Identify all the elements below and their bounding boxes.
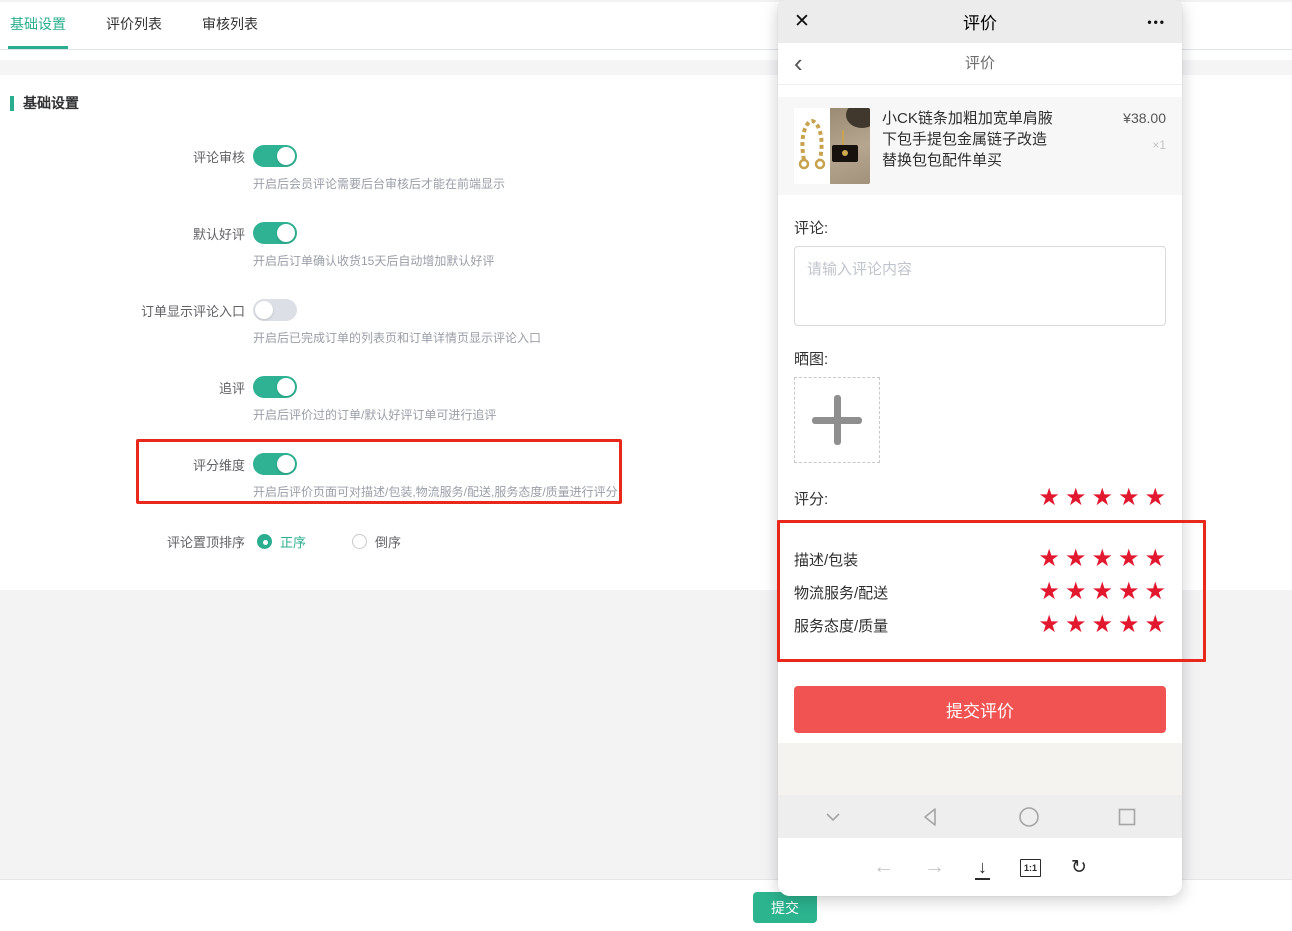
dimension-star-rating[interactable]: ★★★★★: [1033, 548, 1166, 570]
star-icon[interactable]: ★: [1144, 548, 1166, 570]
setting-label: 追评: [0, 378, 245, 397]
star-icon[interactable]: ★: [1038, 487, 1060, 509]
comment-audit-toggle[interactable]: [253, 145, 297, 167]
close-icon[interactable]: ✕: [794, 10, 834, 33]
sort-option-descending[interactable]: 倒序: [352, 532, 401, 551]
star-icon[interactable]: ★: [1118, 548, 1140, 570]
star-icon[interactable]: ★: [1091, 548, 1113, 570]
section-accent-bar: [10, 96, 14, 111]
star-icon[interactable]: ★: [1065, 548, 1087, 570]
wechat-titlebar: ✕ 评价 •••: [778, 0, 1182, 43]
star-icon[interactable]: ★: [1038, 581, 1060, 603]
photo-upload-button[interactable]: [794, 377, 880, 463]
dimension-star-rating[interactable]: ★★★★★: [1033, 614, 1166, 636]
comment-label: 评论:: [778, 217, 1182, 238]
setting-label: 评论审核: [0, 147, 245, 166]
dimension-row-service-quality: 服务态度/质量 ★★★★★: [794, 613, 1166, 637]
radio-label: 正序: [280, 532, 306, 551]
rating-label: 评分:: [794, 488, 828, 509]
model-photo: [830, 108, 870, 184]
overall-rating-row: 评分: ★★★★★: [794, 487, 1166, 509]
star-icon[interactable]: ★: [1065, 581, 1087, 603]
star-icon[interactable]: ★: [1118, 487, 1140, 509]
section-title: 基础设置: [23, 93, 79, 113]
star-icon[interactable]: ★: [1065, 487, 1087, 509]
product-title: 小CK链条加粗加宽单肩腋下包手提包金属链子改造替换包包配件单买: [882, 108, 1058, 184]
android-back-triangle-icon[interactable]: [918, 804, 944, 830]
star-icon[interactable]: ★: [1091, 581, 1113, 603]
chevron-down-icon[interactable]: [820, 804, 846, 830]
spacer: [778, 85, 1182, 97]
setting-label: 默认好评: [0, 224, 245, 243]
android-recents-square-icon[interactable]: [1114, 804, 1140, 830]
dimension-label: 服务态度/质量: [794, 615, 888, 636]
preview-toolbar: ← → ↓ 1:1 ↻: [778, 838, 1182, 896]
more-menu-icon[interactable]: •••: [1126, 15, 1166, 29]
setting-label: 评分维度: [0, 455, 245, 474]
submit-review-button[interactable]: 提交评价: [794, 686, 1166, 733]
setting-label: 订单显示评论入口: [0, 301, 245, 320]
dimension-label: 描述/包装: [794, 549, 858, 570]
dimension-row-logistics-delivery: 物流服务/配送 ★★★★★: [794, 580, 1166, 604]
radio-icon[interactable]: [352, 534, 367, 549]
dimension-label: 物流服务/配送: [794, 582, 888, 603]
rating-dimensions-toggle[interactable]: [253, 453, 297, 475]
setting-label: 评论置顶排序: [0, 532, 245, 551]
arrow-right-icon[interactable]: →: [924, 855, 945, 879]
chain-image: [794, 108, 830, 184]
star-icon[interactable]: ★: [1144, 487, 1166, 509]
star-icon[interactable]: ★: [1091, 614, 1113, 636]
submit-button[interactable]: 提交: [753, 892, 817, 923]
sort-option-ascending[interactable]: 正序: [257, 532, 306, 551]
star-icon[interactable]: ★: [1118, 614, 1140, 636]
dimension-star-rating[interactable]: ★★★★★: [1033, 581, 1166, 603]
product-card: 小CK链条加粗加宽单肩腋下包手提包金属链子改造替换包包配件单买 ¥38.00 ×…: [778, 97, 1182, 195]
photo-label: 晒图:: [778, 348, 1182, 369]
star-icon[interactable]: ★: [1144, 614, 1166, 636]
navbar-title: 评价: [778, 43, 1182, 85]
overall-star-rating[interactable]: ★★★★★: [1033, 487, 1166, 509]
star-icon[interactable]: ★: [1038, 614, 1060, 636]
phone-page-title: 评价: [834, 9, 1126, 34]
rating-dimensions-list: 描述/包装 ★★★★★ 物流服务/配送 ★★★★★ 服务态度/质量 ★★★★★: [794, 547, 1166, 646]
plus-icon: [834, 395, 841, 445]
spacer: [778, 733, 1182, 743]
star-icon[interactable]: ★: [1118, 581, 1140, 603]
comment-input[interactable]: [794, 246, 1166, 326]
star-icon[interactable]: ★: [1144, 581, 1166, 603]
back-chevron-icon[interactable]: ‹: [794, 47, 803, 79]
one-to-one-icon[interactable]: 1:1: [1020, 859, 1041, 877]
product-price: ¥38.00: [1123, 110, 1166, 126]
dimension-row-description-packaging: 描述/包装 ★★★★★: [794, 547, 1166, 571]
tab-audit-list[interactable]: 审核列表: [200, 2, 260, 49]
arrow-left-icon[interactable]: ←: [873, 855, 894, 879]
radio-icon[interactable]: [257, 534, 272, 549]
phone-page-background: [778, 743, 1182, 795]
phone-preview-panel: ✕ 评价 ••• ‹ 评价 小CK链条加粗加宽单肩腋下包手提包金属链子改造替换包…: [778, 0, 1182, 896]
tab-basic-settings[interactable]: 基础设置: [8, 2, 68, 49]
refresh-icon[interactable]: ↻: [1071, 856, 1087, 879]
product-image: [794, 108, 870, 184]
star-icon[interactable]: ★: [1065, 614, 1087, 636]
phone-navbar: ‹ 评价: [778, 43, 1182, 85]
android-home-circle-icon[interactable]: [1016, 804, 1042, 830]
radio-label: 倒序: [375, 532, 401, 551]
followup-review-toggle[interactable]: [253, 376, 297, 398]
android-navigation-bar: [778, 795, 1182, 838]
product-quantity: ×1: [1123, 138, 1166, 152]
order-comment-entry-toggle[interactable]: [253, 299, 297, 321]
tab-review-list[interactable]: 评价列表: [104, 2, 164, 49]
download-icon[interactable]: ↓: [975, 857, 990, 880]
star-icon[interactable]: ★: [1038, 548, 1060, 570]
default-good-review-toggle[interactable]: [253, 222, 297, 244]
star-icon[interactable]: ★: [1091, 487, 1113, 509]
